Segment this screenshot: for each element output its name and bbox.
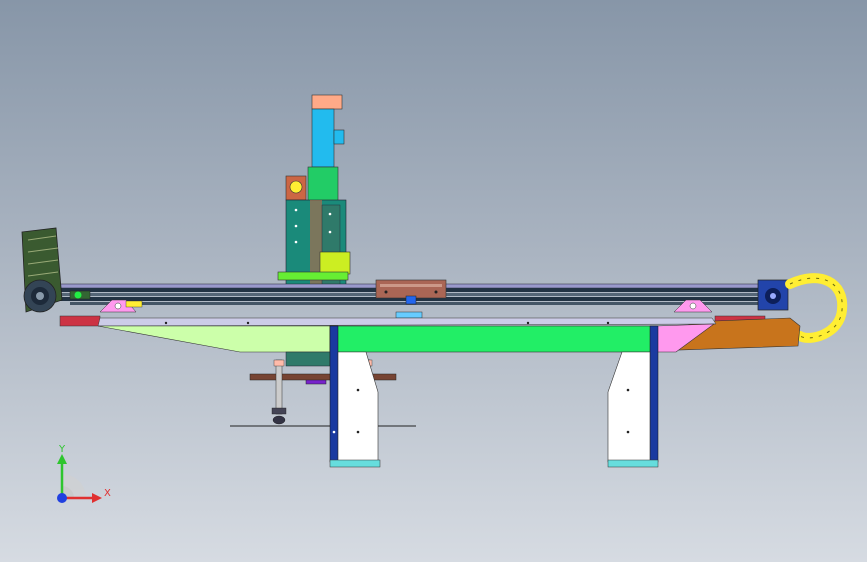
cad-model-canvas[interactable]: Y X	[0, 0, 867, 562]
triad-x-label: X	[104, 488, 111, 499]
vertical-axis-motor-gear-icon	[289, 180, 303, 194]
triad-y-label: Y	[58, 444, 66, 455]
left-leg-panel	[337, 351, 379, 463]
vertical-axis-green-block	[307, 166, 339, 202]
triad-z-axis-dot	[57, 493, 67, 503]
carriage-blue-block	[405, 295, 417, 305]
carriage-plate	[375, 279, 447, 299]
gripper-assembly[interactable]	[230, 359, 416, 427]
rail-base-plate	[59, 315, 101, 327]
left-leg-foot	[329, 459, 381, 468]
vertical-axis-yellow-bracket	[319, 251, 351, 275]
vertical-axis-assembly[interactable]	[277, 94, 351, 291]
beam-center	[329, 325, 657, 353]
beam-top-strip	[97, 317, 717, 327]
carriage-lower-block	[395, 311, 423, 319]
right-leg-foot	[607, 459, 659, 468]
vertical-axis-upper	[311, 108, 335, 168]
vertical-axis-tip	[311, 94, 343, 110]
main-beam[interactable]	[97, 317, 717, 353]
cad-viewport[interactable]: Y X	[0, 0, 867, 562]
vertical-axis-lime-arm	[277, 271, 349, 281]
vertical-axis-side-bracket	[333, 129, 345, 145]
right-leg-panel	[607, 351, 651, 463]
rail-bar-4	[70, 302, 770, 305]
coordinate-triad: Y X	[57, 444, 111, 503]
beam-left-wedge	[97, 325, 331, 353]
gripper-cylinder-left	[275, 359, 283, 415]
